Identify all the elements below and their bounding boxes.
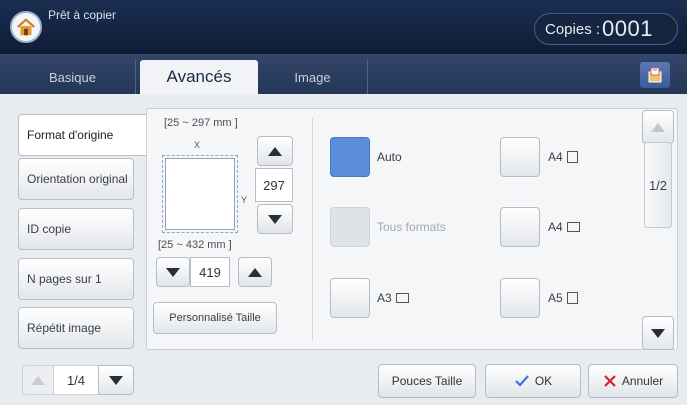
sidebar-item-id-copie[interactable]: ID copie: [18, 208, 134, 250]
option-a3-label: A3: [377, 291, 409, 305]
y-decrease-button[interactable]: [257, 204, 293, 234]
up-arrow-icon: [248, 267, 262, 277]
portrait-page-icon: [566, 151, 578, 163]
sidebar-item-format-origine[interactable]: Format d'origine: [18, 114, 148, 156]
option-tous-formats-label: Tous formats: [377, 220, 446, 234]
pager-next-button[interactable]: [98, 365, 134, 395]
sidebar-item-repetit-image[interactable]: Répétit image: [18, 307, 134, 349]
y-value-field[interactable]: 297: [255, 168, 293, 202]
down-arrow-icon: [166, 267, 180, 277]
ok-label: OK: [534, 374, 553, 388]
check-icon: [515, 375, 529, 387]
cancel-button[interactable]: Annuler: [588, 364, 678, 398]
option-a4-portrait-label: A4: [548, 150, 578, 164]
close-icon: [604, 375, 616, 387]
option-auto-label: Auto: [377, 150, 402, 164]
option-auto-button[interactable]: [330, 137, 370, 177]
option-a5-button[interactable]: [500, 278, 540, 318]
cancel-label: Annuler: [621, 374, 664, 388]
y-range-label: [25 ~ 432 mm ]: [158, 239, 232, 251]
x-decrease-button[interactable]: [156, 257, 190, 287]
option-a3-button[interactable]: [330, 278, 370, 318]
copies-value: 0001: [602, 16, 653, 41]
paper-preview: [165, 158, 235, 230]
home-icon: [17, 18, 35, 36]
landscape-page-icon: [395, 293, 409, 303]
scroll-down-button[interactable]: [642, 316, 674, 350]
portrait-page-icon: [566, 292, 578, 304]
tab-basique[interactable]: Basique: [10, 60, 136, 94]
ok-button[interactable]: OK: [485, 364, 581, 398]
landscape-page-icon: [566, 222, 580, 232]
y-axis-label: Y: [241, 195, 248, 205]
option-tous-formats-button[interactable]: [330, 207, 370, 247]
option-a4-landscape-button[interactable]: [500, 207, 540, 247]
y-increase-button[interactable]: [257, 136, 293, 166]
down-arrow-icon: [109, 375, 123, 385]
option-a4-landscape-label: A4: [548, 220, 580, 234]
x-range-label: [25 ~ 297 mm ]: [164, 117, 238, 129]
pager-value: 1/4: [54, 365, 98, 395]
option-a4-portrait-button[interactable]: [500, 137, 540, 177]
copies-label: Copies :: [545, 20, 601, 38]
up-arrow-icon: [31, 375, 45, 385]
document-stack-icon: [648, 67, 662, 83]
status-title: Prêt à copier: [48, 8, 117, 22]
header-bar: Prêt à copier Copies : 0001: [0, 0, 687, 54]
x-increase-button[interactable]: [238, 257, 272, 287]
tab-image[interactable]: Image: [258, 60, 368, 94]
down-arrow-icon: [268, 214, 282, 224]
copies-counter[interactable]: Copies : 0001: [534, 13, 678, 45]
custom-size-button[interactable]: Personnalisé Taille: [153, 302, 277, 334]
job-settings-button[interactable]: [640, 62, 670, 88]
option-a5-label: A5: [548, 291, 578, 305]
pager-prev-button[interactable]: [22, 365, 54, 395]
down-arrow-icon: [651, 328, 665, 338]
x-value-field[interactable]: 419: [190, 257, 230, 287]
inches-size-button[interactable]: Pouces Taille: [378, 364, 476, 398]
panel-divider: [312, 118, 313, 340]
scroll-page-indicator[interactable]: 1/2: [644, 142, 672, 228]
tab-avances[interactable]: Avancés: [140, 60, 258, 94]
sidebar-item-n-pages[interactable]: N pages sur 1: [18, 258, 134, 300]
home-button[interactable]: [10, 11, 42, 43]
sidebar-item-orientation[interactable]: Orientation original: [18, 158, 134, 200]
x-axis-label: X: [194, 140, 201, 150]
up-arrow-icon: [268, 146, 282, 156]
tab-bar: Basique Avancés Image: [0, 54, 687, 94]
up-arrow-icon: [651, 122, 665, 132]
scroll-up-button[interactable]: [642, 110, 674, 144]
